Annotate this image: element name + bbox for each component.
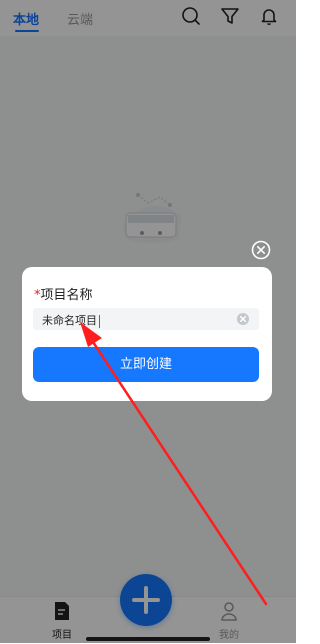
annotation-arrow xyxy=(80,322,268,606)
annotation-arrow-line xyxy=(91,340,268,606)
annotation-arrow-head xyxy=(80,322,102,347)
